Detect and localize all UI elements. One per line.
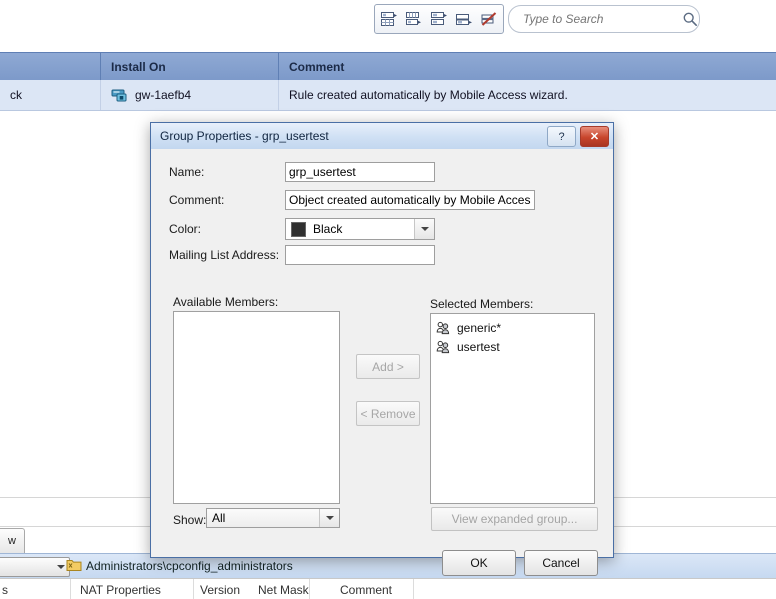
mailing-list-input[interactable] xyxy=(285,245,435,265)
status-text: Administrators\cpconfig_administrators xyxy=(86,559,293,573)
chevron-down-icon[interactable] xyxy=(414,219,434,239)
name-row: Name: xyxy=(169,165,204,179)
column-header-install-on[interactable]: Install On xyxy=(101,53,288,81)
bottom-header-s[interactable]: s xyxy=(2,583,8,597)
cell-install-on: gw-1aefb4 xyxy=(101,80,288,110)
list-item[interactable]: generic* xyxy=(431,318,594,337)
show-label: Show: xyxy=(173,513,207,527)
dialog-body: Name: Comment: Color: Black Mailing List… xyxy=(151,149,613,576)
add-button[interactable]: Add > xyxy=(356,354,420,379)
mailing-row: Mailing List Address: xyxy=(169,248,279,262)
list-item[interactable]: usertest xyxy=(431,337,594,356)
bottom-header-divider xyxy=(193,579,194,599)
clear-filter-icon[interactable] xyxy=(478,8,500,30)
color-label: Color: xyxy=(169,222,202,236)
color-row: Color: xyxy=(169,222,201,236)
bottom-header-divider xyxy=(413,579,414,599)
cell-action: ck xyxy=(10,88,22,102)
bottom-header-divider xyxy=(70,579,71,599)
cell-comment: Rule created automatically by Mobile Acc… xyxy=(289,88,568,102)
group-properties-dialog: Group Properties - grp_usertest ? ✕ Name… xyxy=(150,122,614,576)
chevron-down-icon xyxy=(57,565,65,569)
layout-rows-icon[interactable] xyxy=(428,8,450,30)
column-header-comment[interactable]: Comment xyxy=(279,53,776,81)
member-label: generic* xyxy=(457,320,502,335)
view-layout-toolbar xyxy=(374,4,504,34)
bottom-header-net-mask[interactable]: Net Mask xyxy=(258,583,309,597)
bottom-tab[interactable]: w xyxy=(0,528,25,553)
toolbar-strip xyxy=(0,0,776,44)
comment-label: Comment: xyxy=(169,193,225,207)
selected-members-listbox[interactable]: generic* usertest xyxy=(430,313,595,504)
gateway-name: gw-1aefb4 xyxy=(135,88,192,102)
search-input[interactable] xyxy=(521,11,682,27)
folder-icon xyxy=(66,560,82,571)
bottom-header-divider xyxy=(309,579,310,599)
status-dropdown[interactable] xyxy=(0,557,70,577)
users-group-icon xyxy=(436,340,450,353)
available-members-label: Available Members: xyxy=(173,295,279,309)
show-value: All xyxy=(212,511,226,525)
show-dropdown[interactable]: All xyxy=(206,508,340,528)
comment-row: Comment: xyxy=(169,193,224,207)
view-expanded-group-button[interactable]: View expanded group... xyxy=(431,507,598,531)
layout-columns-icon[interactable] xyxy=(378,8,400,30)
column-header-blank[interactable] xyxy=(0,53,110,81)
users-group-icon xyxy=(436,321,450,334)
help-button[interactable]: ? xyxy=(547,126,576,147)
member-label: usertest xyxy=(457,339,500,354)
bottom-header-version[interactable]: Version xyxy=(200,583,240,597)
remove-button[interactable]: < Remove xyxy=(356,401,420,426)
titlebar-buttons: ? ✕ xyxy=(547,126,609,147)
search-box[interactable] xyxy=(508,5,700,33)
chevron-down-icon[interactable] xyxy=(319,509,339,527)
comment-input[interactable] xyxy=(285,190,535,210)
close-icon[interactable]: ✕ xyxy=(580,126,609,147)
ok-button[interactable]: OK xyxy=(442,550,516,576)
bottom-header-nat-properties[interactable]: NAT Properties xyxy=(80,583,161,597)
dialog-title: Group Properties - grp_usertest xyxy=(160,129,329,143)
name-label: Name: xyxy=(169,165,205,179)
bottom-header-comment[interactable]: Comment xyxy=(340,583,392,597)
layout-grid-icon[interactable] xyxy=(403,8,425,30)
mailing-list-label: Mailing List Address: xyxy=(169,248,280,262)
layout-split-icon[interactable] xyxy=(453,8,475,30)
rules-table-header: Install On Comment xyxy=(0,52,776,82)
dialog-titlebar[interactable]: Group Properties - grp_usertest ? ✕ xyxy=(151,123,613,150)
name-input[interactable] xyxy=(285,162,435,182)
bottom-column-headers: s NAT Properties Version Net Mask Commen… xyxy=(0,578,776,599)
search-icon xyxy=(683,12,697,26)
color-swatch xyxy=(291,221,306,237)
table-row[interactable]: ck gw-1aefb4 Rule created automatically … xyxy=(0,80,776,111)
color-dropdown[interactable]: Black xyxy=(285,218,435,240)
available-members-listbox[interactable] xyxy=(173,311,340,504)
color-value: Black xyxy=(313,222,343,236)
selected-members-label: Selected Members: xyxy=(430,297,534,311)
gateway-icon xyxy=(111,89,127,102)
cancel-button[interactable]: Cancel xyxy=(524,550,598,576)
